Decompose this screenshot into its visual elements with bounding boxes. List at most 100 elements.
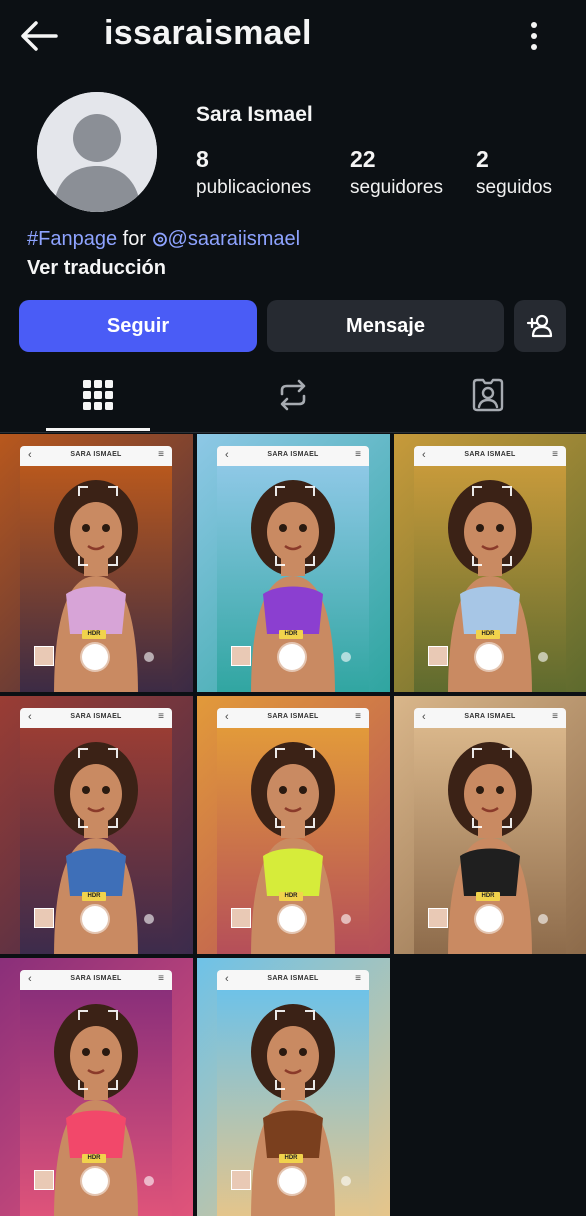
bio-mention-link[interactable]: @saaraiismael (152, 228, 300, 250)
shutter-button-graphic (476, 906, 502, 932)
post-tile[interactable]: ‹ SARA ISMAEL ≡ HDR (394, 434, 586, 692)
more-options-button[interactable] (514, 14, 554, 58)
post-image: ‹ SARA ISMAEL ≡ HDR (414, 446, 566, 692)
viewfinder-corner (78, 486, 88, 496)
viewfinder-corner (108, 486, 118, 496)
see-translation-link[interactable]: Ver traducción (27, 257, 166, 280)
gallery-thumbnail (428, 646, 448, 666)
profile-tabs (0, 360, 586, 433)
mock-app-header: ‹ SARA ISMAEL ≡ (414, 446, 566, 466)
gallery-thumbnail (34, 646, 54, 666)
posts-grid: ‹ SARA ISMAEL ≡ HDR ‹ SARA ISMAEL ≡ HDR ‹ SARA IS… (0, 434, 586, 1216)
post-tile[interactable]: ‹ SARA ISMAEL ≡ HDR (197, 696, 390, 954)
post-tile[interactable]: ‹ SARA ISMAEL ≡ HDR (0, 696, 193, 954)
camera-flip-icon (144, 1176, 154, 1186)
message-button[interactable]: Mensaje (267, 300, 504, 352)
mock-menu-icon: ≡ (552, 711, 558, 722)
hdr-badge: HDR (82, 630, 106, 639)
viewfinder-corner (275, 1010, 285, 1020)
gallery-thumbnail (231, 646, 251, 666)
viewfinder-corner (108, 1080, 118, 1090)
viewfinder-corner (108, 1010, 118, 1020)
gallery-thumbnail (34, 908, 54, 928)
followers-count-stat[interactable]: 22 seguidores (350, 146, 443, 199)
post-tile[interactable]: ‹ SARA ISMAEL ≡ HDR (0, 434, 193, 692)
gallery-thumbnail (231, 908, 251, 928)
grid-icon (82, 380, 113, 410)
hdr-badge: HDR (476, 892, 500, 901)
viewfinder-corner (275, 1080, 285, 1090)
post-tile[interactable]: ‹ SARA ISMAEL ≡ HDR (0, 958, 193, 1216)
tab-tagged[interactable] (390, 360, 585, 430)
suggested-users-button[interactable] (514, 300, 566, 352)
tagged-icon (472, 378, 503, 412)
hdr-badge: HDR (476, 630, 500, 639)
mock-screen-title: SARA ISMAEL (70, 713, 122, 720)
camera-flip-icon (144, 652, 154, 662)
hdr-badge: HDR (279, 892, 303, 901)
hdr-badge: HDR (82, 892, 106, 901)
mock-app-header: ‹ SARA ISMAEL ≡ (217, 446, 369, 466)
viewfinder-corner (108, 748, 118, 758)
hdr-badge: HDR (82, 1154, 106, 1163)
viewfinder-corner (108, 818, 118, 828)
posts-count-stat[interactable]: 8 publicaciones (196, 146, 311, 199)
mock-app-header: ‹ SARA ISMAEL ≡ (217, 708, 369, 728)
following-count-stat[interactable]: 2 seguidos (476, 146, 552, 199)
mock-menu-icon: ≡ (158, 973, 164, 984)
gallery-thumbnail (428, 908, 448, 928)
mock-screen-title: SARA ISMAEL (267, 451, 319, 458)
default-avatar-icon (37, 92, 157, 212)
viewfinder-corner (305, 556, 315, 566)
mock-menu-icon: ≡ (355, 449, 361, 460)
camera-flip-icon (538, 914, 548, 924)
viewfinder-corner (275, 818, 285, 828)
tab-posts-grid[interactable] (0, 360, 195, 430)
viewfinder-corner (502, 556, 512, 566)
post-tile[interactable]: ‹ SARA ISMAEL ≡ HDR (394, 696, 586, 954)
shutter-button-graphic (82, 1168, 108, 1194)
viewfinder-corner (78, 818, 88, 828)
viewfinder-corner (502, 486, 512, 496)
viewfinder-corner (472, 818, 482, 828)
mock-screen-title: SARA ISMAEL (464, 713, 516, 720)
bio-hashtag-link[interactable]: #Fanpage (27, 228, 117, 250)
viewfinder-corner (78, 748, 88, 758)
tab-reposts[interactable] (195, 360, 390, 430)
camera-flip-icon (341, 652, 351, 662)
post-image: ‹ SARA ISMAEL ≡ HDR (217, 446, 369, 692)
following-count: 2 (476, 146, 489, 172)
viewfinder-corner (305, 1080, 315, 1090)
post-tile[interactable]: ‹ SARA ISMAEL ≡ HDR (197, 958, 390, 1216)
mock-menu-icon: ≡ (158, 449, 164, 460)
bio-text: for (122, 228, 146, 250)
hdr-badge: HDR (279, 630, 303, 639)
posts-count: 8 (196, 146, 209, 172)
mock-screen-title: SARA ISMAEL (70, 975, 122, 982)
active-tab-indicator (46, 428, 150, 431)
viewfinder-corner (78, 556, 88, 566)
mock-screen-title: SARA ISMAEL (464, 451, 516, 458)
followers-count: 22 (350, 146, 376, 172)
mock-app-header: ‹ SARA ISMAEL ≡ (217, 970, 369, 990)
profile-bio: #Fanpage for @saaraiismael (27, 228, 300, 251)
viewfinder-corner (78, 1080, 88, 1090)
display-name: Sara Ismael (196, 103, 313, 126)
back-button[interactable] (16, 14, 64, 58)
profile-avatar[interactable] (37, 92, 157, 212)
posts-label: publicaciones (196, 177, 312, 198)
mock-app-header: ‹ SARA ISMAEL ≡ (414, 708, 566, 728)
threads-icon (152, 232, 167, 247)
post-tile[interactable]: ‹ SARA ISMAEL ≡ HDR (197, 434, 390, 692)
add-person-icon (526, 314, 553, 338)
mock-app-header: ‹ SARA ISMAEL ≡ (20, 970, 172, 990)
post-image: ‹ SARA ISMAEL ≡ HDR (20, 708, 172, 954)
post-image: ‹ SARA ISMAEL ≡ HDR (217, 970, 369, 1216)
shutter-button-graphic (279, 906, 305, 932)
viewfinder-corner (502, 818, 512, 828)
camera-flip-icon (341, 914, 351, 924)
follow-button[interactable]: Seguir (19, 300, 257, 352)
viewfinder-corner (305, 1010, 315, 1020)
post-image: ‹ SARA ISMAEL ≡ HDR (414, 708, 566, 954)
viewfinder-corner (275, 486, 285, 496)
